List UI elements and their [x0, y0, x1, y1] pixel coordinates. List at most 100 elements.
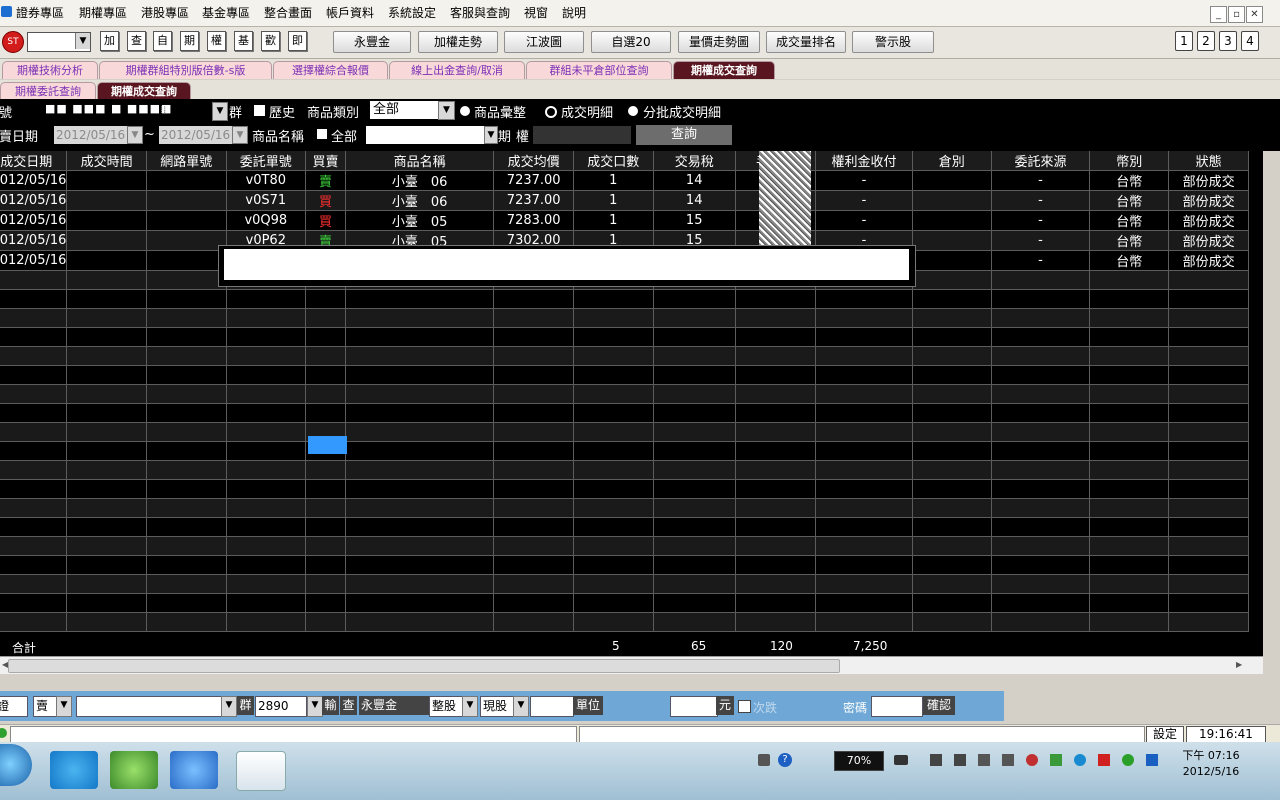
table-row[interactable] — [0, 346, 1249, 366]
order-price-field[interactable] — [670, 696, 718, 717]
order-password-field[interactable] — [871, 696, 923, 717]
fund-icon[interactable]: 基 — [234, 31, 253, 51]
stop-icon[interactable]: ST — [2, 31, 24, 53]
layout-3-button[interactable]: 3 — [1219, 31, 1237, 51]
menu-settings[interactable]: 系統設定 — [388, 4, 436, 21]
account-dropdown-icon[interactable]: ▼ — [212, 102, 228, 121]
gear-icon[interactable] — [1098, 754, 1110, 766]
col-lots[interactable]: 成交口數 — [573, 151, 654, 171]
tab-options-quote[interactable]: 選擇權綜合報價 — [273, 61, 388, 79]
menu-integrated[interactable]: 整合畫面 — [264, 4, 312, 21]
col-order-source[interactable]: 委託來源 — [991, 151, 1091, 171]
table-row[interactable]: 2012/05/16v0S71買小臺 067237.00114--台幣部份成交 — [0, 190, 1249, 211]
product-select[interactable] — [366, 126, 484, 144]
table-row[interactable] — [0, 365, 1249, 385]
date-to-dropdown-icon[interactable]: ▼ — [232, 126, 248, 144]
col-tax[interactable]: 交易稅 — [653, 151, 736, 171]
order-confirm-button[interactable]: 確認 — [923, 696, 955, 715]
clock-date[interactable]: 2012/5/16 — [1176, 765, 1246, 778]
table-row[interactable] — [0, 479, 1249, 499]
all-checkbox[interactable] — [317, 129, 327, 139]
layout-1-button[interactable]: 1 — [1175, 31, 1193, 51]
battery-indicator[interactable]: 70% — [834, 751, 884, 771]
menu-futures-options[interactable]: 期權專區 — [79, 4, 127, 21]
order-group-dropdown-icon[interactable]: ▼ — [307, 696, 323, 717]
table-row[interactable] — [0, 308, 1249, 328]
table-row[interactable] — [0, 441, 1249, 461]
layout-4-button[interactable]: 4 — [1241, 31, 1259, 51]
security-icon[interactable] — [1050, 754, 1062, 766]
clock-time[interactable]: 下午 07:16 — [1176, 747, 1246, 763]
internet-explorer-icon[interactable] — [170, 751, 218, 789]
settings-button[interactable]: 設定 — [1146, 726, 1184, 743]
col-trade-time[interactable]: 成交時間 — [66, 151, 147, 171]
volume-ranking-button[interactable]: 成交量排名 — [766, 31, 846, 53]
tab-trade-query-2[interactable]: 期權成交查詢 — [97, 82, 191, 100]
device-icon[interactable] — [978, 754, 990, 766]
table-row[interactable] — [0, 422, 1249, 442]
update-icon[interactable] — [1122, 754, 1134, 766]
menu-service[interactable]: 客服與查詢 — [450, 4, 510, 21]
col-order-no[interactable]: 委託單號 — [226, 151, 307, 171]
category-dropdown-icon[interactable]: ▼ — [438, 101, 455, 120]
menu-help[interactable]: 說明 — [562, 4, 586, 21]
detail-radio[interactable] — [545, 106, 557, 118]
menu-window[interactable]: 視窗 — [524, 4, 548, 21]
add-icon[interactable]: 加 — [100, 31, 119, 51]
col-currency[interactable]: 幣別 — [1089, 151, 1170, 171]
product-dropdown-icon[interactable]: ▼ — [484, 126, 498, 144]
scroll-right-icon[interactable]: ▶ — [1236, 660, 1242, 669]
date-from-dropdown-icon[interactable]: ▼ — [127, 126, 143, 144]
futures-icon[interactable]: 期 — [180, 31, 199, 51]
keyboard-icon[interactable] — [758, 754, 770, 766]
batch-radio[interactable] — [628, 106, 638, 116]
tab-technical-analysis[interactable]: 期權技術分析 — [2, 61, 98, 79]
tab-trade-query[interactable]: 期權成交查詢 — [673, 61, 775, 79]
table-row[interactable] — [0, 574, 1249, 594]
table-row[interactable] — [0, 536, 1249, 556]
query-icon[interactable]: 查 — [127, 31, 146, 51]
col-web-order-no[interactable]: 網路單號 — [146, 151, 227, 171]
start-button-icon[interactable] — [0, 744, 32, 786]
flag-icon[interactable] — [930, 754, 942, 766]
network-icon[interactable] — [954, 754, 966, 766]
table-row[interactable] — [0, 612, 1249, 632]
category-select[interactable]: 全部 — [370, 101, 441, 119]
tab-open-position[interactable]: 群組未平倉部位查詢 — [526, 61, 672, 79]
menu-account[interactable]: 帳戶資料 — [326, 4, 374, 21]
volume-muted-icon[interactable] — [1026, 754, 1038, 766]
date-to-input[interactable]: 2012/05/16 — [159, 126, 235, 144]
order-lot-dropdown-icon[interactable]: ▼ — [462, 696, 478, 717]
history-checkbox[interactable] — [254, 105, 265, 116]
restore-icon[interactable]: ▫ — [1228, 6, 1245, 23]
antivirus-icon[interactable] — [1074, 754, 1086, 766]
order-side-field[interactable]: 賣 — [33, 696, 57, 717]
options-icon[interactable]: 權 — [207, 31, 226, 51]
instant-icon[interactable]: 即 — [288, 31, 307, 51]
order-lot-type[interactable]: 整股 — [429, 696, 463, 717]
col-side[interactable]: 買賣 — [305, 151, 346, 171]
order-quantity-field[interactable] — [530, 696, 574, 717]
table-row[interactable] — [0, 555, 1249, 575]
order-down-checkbox[interactable] — [738, 700, 751, 713]
chevron-down-icon[interactable]: ▼ — [75, 33, 90, 49]
order-type-field[interactable]: 證 — [0, 696, 28, 717]
layout-2-button[interactable]: 2 — [1197, 31, 1215, 51]
messenger-icon[interactable] — [110, 751, 158, 789]
menu-funds[interactable]: 基金專區 — [202, 4, 250, 21]
options-input[interactable] — [533, 126, 631, 144]
summary-radio[interactable] — [460, 106, 470, 116]
help-icon[interactable]: ? — [778, 753, 792, 767]
table-row[interactable] — [0, 327, 1249, 347]
query-button[interactable]: 查詢 — [636, 125, 732, 145]
menu-hk-stocks[interactable]: 港股專區 — [141, 4, 189, 21]
table-row[interactable]: 2012/05/16v0Q98買小臺 057283.00115--台幣部份成交 — [0, 210, 1249, 231]
tab-order-query[interactable]: 期權委託查詢 — [0, 82, 96, 100]
minimize-icon[interactable]: _ — [1210, 6, 1227, 23]
toolbar-select[interactable]: ▼ — [27, 32, 91, 52]
weighted-trend-button[interactable]: 加權走勢 — [418, 31, 498, 53]
skype-icon[interactable] — [50, 751, 98, 789]
sinopac-button[interactable]: 永豐金 — [333, 31, 411, 53]
scroll-thumb[interactable] — [8, 659, 840, 673]
col-status[interactable]: 狀態 — [1168, 151, 1249, 171]
